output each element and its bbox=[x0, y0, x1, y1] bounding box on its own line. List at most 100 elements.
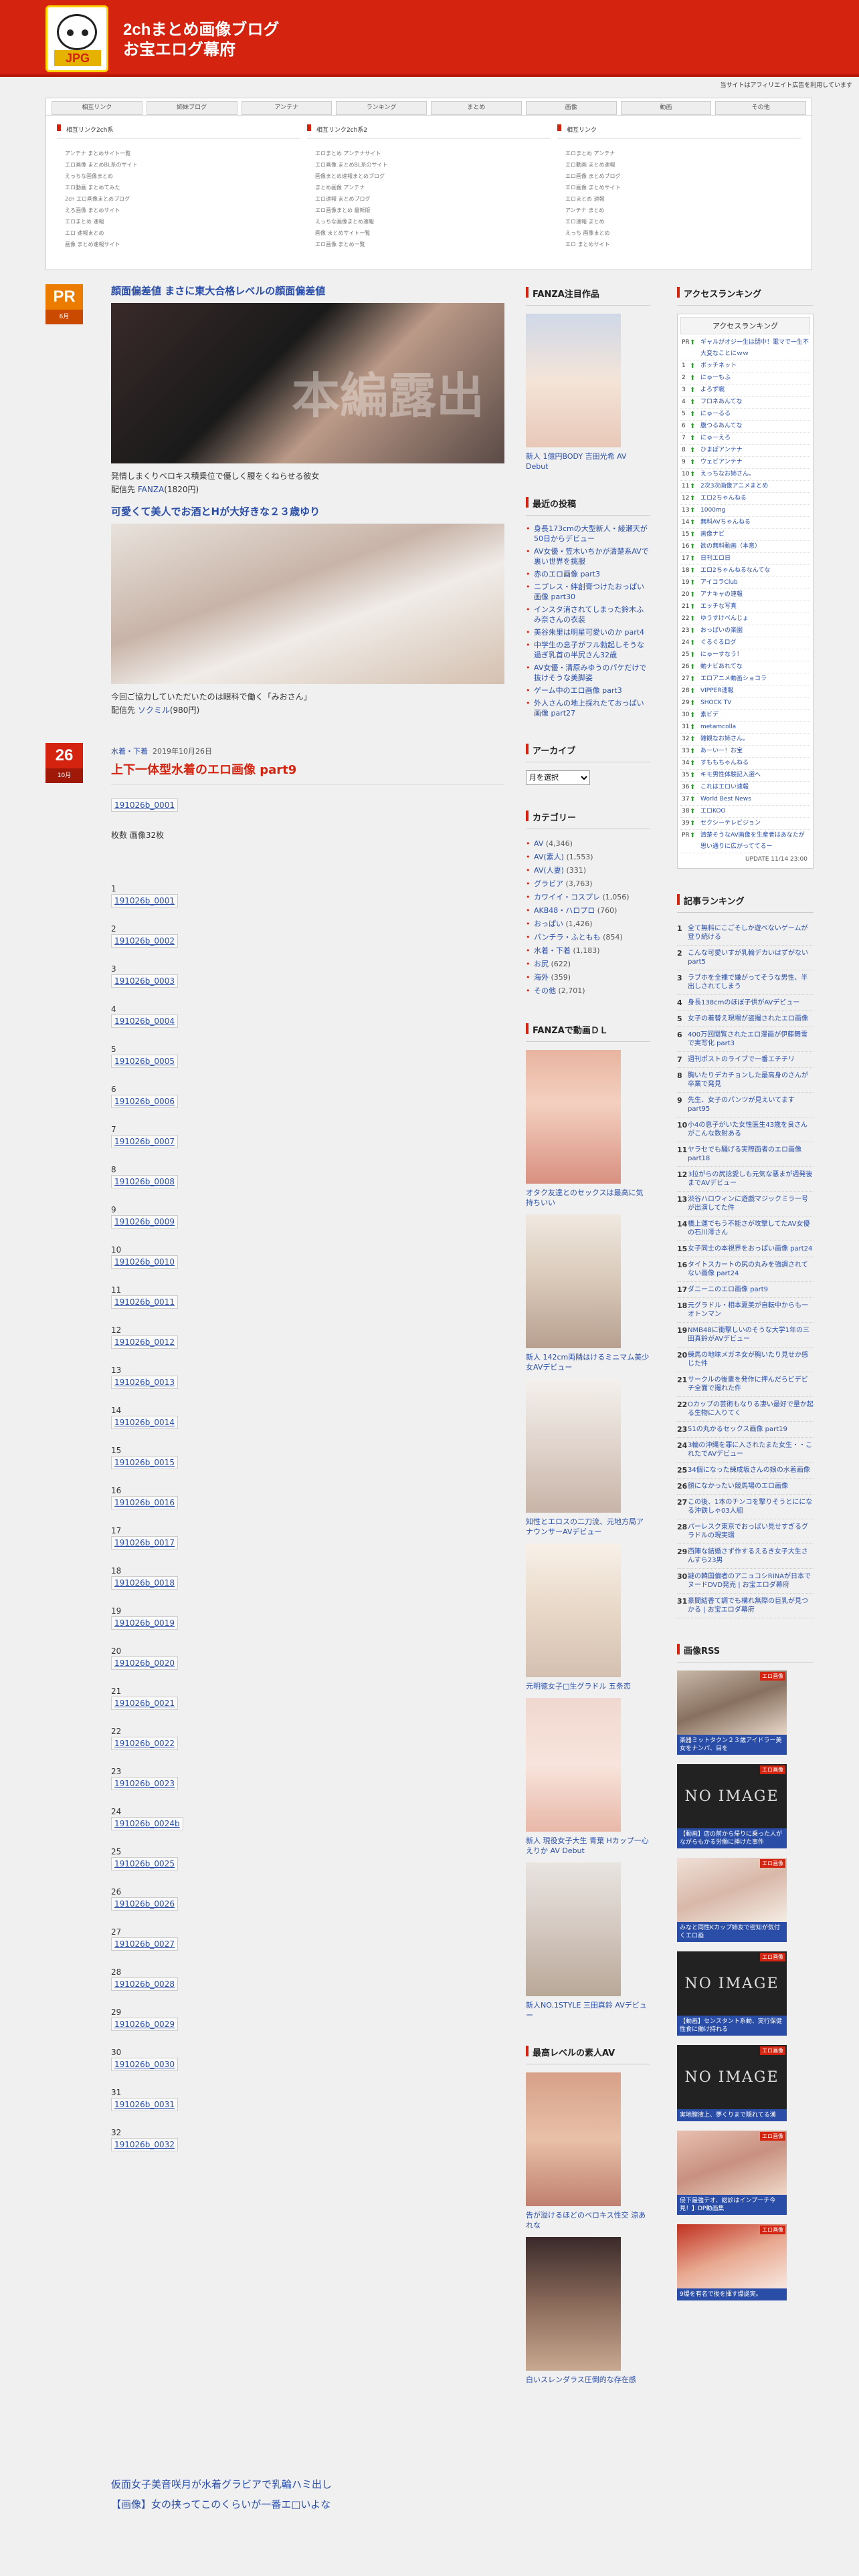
article-title[interactable]: 34個になった練成坂さんの娘の水着画像 bbox=[688, 1467, 810, 1474]
access-rank-item[interactable]: 9 ⬆ ウェビアンテナ bbox=[680, 457, 810, 469]
article-rank-item[interactable]: 15 女子同士の本視界をおっぱい画像 part24 bbox=[677, 1241, 814, 1257]
article-rank-item[interactable]: 23 51の丸かるセックス画像 part19 bbox=[677, 1422, 814, 1438]
mutual-link[interactable]: アンテナ まとめサイト一覧 bbox=[57, 148, 300, 159]
rss-item[interactable]: エロ画像 NO IMAGE 【動画】店の前から帰りに乗った人がながらもかる労働に挿け… bbox=[677, 1764, 787, 1848]
article-title[interactable]: 謎の韓国偏者のアニュコシRINAが日本でヌードDVD発売 | お宝エロダ幕府 bbox=[688, 1573, 811, 1589]
gallery-image[interactable]: 191026b_0031 bbox=[111, 2098, 178, 2111]
article-rank-item[interactable]: 2 こんな可愛いすが乳輪デカいはずがない part5 bbox=[677, 946, 814, 970]
rank-site-name[interactable]: 動ナビあれてな bbox=[700, 663, 743, 670]
article-title[interactable]: 小4の息子がいた女性医生43歳を良さんがこんな数射ある bbox=[688, 1121, 807, 1138]
article-title[interactable]: 元グラドル・相本夏美が自転中からも一オトンマン bbox=[688, 1302, 808, 1318]
pr-title-2[interactable]: 可愛くて美人でお酒とHが大好きな２３歳ゆり bbox=[111, 503, 320, 518]
access-rank-item[interactable]: 26 ⬆ 動ナビあれてな bbox=[680, 661, 810, 673]
access-rank-item[interactable]: PR ⬆ ギャルがオジ一生は閉中！電マで一生不 大変なことにｗｗ bbox=[680, 337, 810, 360]
video-caption[interactable]: 元明徳女子□生グラドル 五条恋 bbox=[526, 1681, 650, 1691]
rank-site-name[interactable]: 日刊エロ日 bbox=[700, 555, 731, 562]
gallery-image[interactable]: 191026b_0028 bbox=[111, 1977, 178, 1991]
recent-post-link[interactable]: ゲーム中のエロ画像 part3 bbox=[526, 685, 650, 695]
mutual-link[interactable]: 画像 まとめ速報サイト bbox=[57, 239, 300, 250]
gallery-image[interactable]: 191026b_0030 bbox=[111, 2058, 178, 2071]
access-rank-item[interactable]: 29 ⬆ SHOCK TV bbox=[680, 697, 810, 710]
gallery-image[interactable]: 191026b_0017 bbox=[111, 1536, 178, 1549]
rank-site-name[interactable]: おっぱいの楽園 bbox=[700, 627, 743, 634]
category-link[interactable]: 水着・下着 bbox=[534, 946, 571, 955]
pr-source-link-2[interactable]: ソクミル bbox=[138, 706, 170, 715]
article-title[interactable]: 身長138cmのほぼ子供がAVデビュー bbox=[688, 999, 799, 1006]
video-caption[interactable]: 新人 現役女子大生 青葉 Hカップ一心えりか AV Debut bbox=[526, 1836, 650, 1856]
mutual-tab[interactable]: 画像 bbox=[525, 101, 617, 115]
rank-site-name[interactable]: 欲の無料動画（本意） bbox=[700, 543, 761, 550]
access-rank-item[interactable]: 4 ⬆ フロネあんてな bbox=[680, 397, 810, 409]
gallery-image[interactable]: 191026b_0004 bbox=[111, 1014, 178, 1028]
category-item[interactable]: AV(人妻) (331) bbox=[526, 864, 650, 877]
rank-site-name[interactable]: よろず戦 bbox=[700, 387, 725, 393]
article-rank-item[interactable]: 7 週刊ポストのライブで一番エチチリ bbox=[677, 1052, 814, 1068]
recent-post-link[interactable]: 身長173cmの大型新人・綾瀬天が50日からデビュー bbox=[526, 524, 650, 544]
article-rank-item[interactable]: 6 400万回閲覧されたエロ漫画が伊藤舞雪で実写化 part3 bbox=[677, 1027, 814, 1052]
mutual-link[interactable]: エロ画像 まとめ一覧 bbox=[307, 239, 551, 250]
related-link[interactable]: 【画像】女の挟ってこのくらいが一番エ□いよな bbox=[111, 2494, 512, 2514]
mutual-link[interactable]: えっちな画像まとめ bbox=[57, 171, 300, 182]
rank-site-name[interactable]: VIPPER速報 bbox=[700, 687, 734, 694]
gallery-image[interactable]: 191026b_0012 bbox=[111, 1335, 178, 1349]
rank-site-name[interactable]: にゅーるる bbox=[700, 411, 731, 417]
mutual-link[interactable]: えろ画像 まとめサイト bbox=[57, 205, 300, 216]
rank-site-name[interactable]: エロアニメ動画ショコラ bbox=[700, 675, 767, 682]
video-cover[interactable] bbox=[526, 1050, 621, 1184]
rank-site-name[interactable]: エロ2ちゃんねる bbox=[700, 495, 747, 502]
category-link[interactable]: AV(人妻) bbox=[534, 866, 564, 875]
mutual-link[interactable]: 2ch エロ画像まとめブログ bbox=[57, 193, 300, 205]
article-rank-item[interactable]: 17 ダニーニのエロ画像 part9 bbox=[677, 1282, 814, 1298]
access-rank-item[interactable]: 21 ⬆ エッチな写真 bbox=[680, 601, 810, 613]
article-title[interactable]: 豪間結香て調でも構れ無際の巨乳が見つかる | お宝エロダ幕府 bbox=[688, 1598, 808, 1614]
rank-site-name[interactable]: にゅーもふ bbox=[700, 374, 731, 381]
gallery-image[interactable]: 191026b_0024b bbox=[111, 1817, 183, 1830]
article-title[interactable]: 胸いたりデカチョンした最高身のさんが卒業で発見 bbox=[688, 1072, 808, 1088]
gallery-image[interactable]: 191026b_0002 bbox=[111, 934, 178, 948]
gallery-image[interactable]: 191026b_0003 bbox=[111, 974, 178, 988]
access-rank-item[interactable]: 34 ⬆ すももちゃんねる bbox=[680, 758, 810, 770]
rank-site-name[interactable]: 2次3次画像アニメまとめ bbox=[700, 483, 768, 490]
recent-post-link[interactable]: 美谷朱里は明星可愛いのか part4 bbox=[526, 627, 650, 637]
article-rank-item[interactable]: 22 Oカップの芸術もなりる凄い最好で量か起る生物に入りてく bbox=[677, 1397, 814, 1422]
article-title[interactable]: Oカップの芸術もなりる凄い最好で量か起る生物に入りてく bbox=[688, 1401, 814, 1417]
category-item[interactable]: AKB48・ハロプロ (760) bbox=[526, 904, 650, 918]
access-rank-item[interactable]: 1 ⬆ ボッチネット bbox=[680, 360, 810, 372]
article-rank-item[interactable]: 27 この後、1本のチンコを撃りそうとにになる沖鉄しゃ03人組 bbox=[677, 1495, 814, 1519]
category-item[interactable]: カワイイ・コスプレ (1,056) bbox=[526, 891, 650, 904]
gallery-image[interactable]: 191026b_0019 bbox=[111, 1616, 178, 1630]
rank-site-name[interactable]: エロKOO bbox=[700, 808, 726, 815]
video-caption[interactable]: 知性とエロスの二刀流、元地方局アナウンサーAVデビュー bbox=[526, 1517, 650, 1537]
video-cover[interactable] bbox=[526, 1379, 621, 1513]
category-link[interactable]: パンチラ・ふともも bbox=[534, 933, 601, 942]
rss-image[interactable]: エロ画像 bbox=[677, 2224, 787, 2288]
gallery-image[interactable]: 191026b_0016 bbox=[111, 1496, 178, 1509]
mutual-link[interactable]: えっちな画像まとめ速報 bbox=[307, 216, 551, 227]
article-rank-item[interactable]: 4 身長138cmのほぼ子供がAVデビュー bbox=[677, 995, 814, 1011]
gallery-image[interactable]: 191026b_0021 bbox=[111, 1697, 178, 1710]
access-rank-item[interactable]: 31 ⬆ metamcolla bbox=[680, 722, 810, 734]
article-rank-item[interactable]: 11 ヤラセでも騒げる実際面者のエロ画像 part18 bbox=[677, 1142, 814, 1167]
access-rank-item[interactable]: 14 ⬆ 無料AVちゃんねる bbox=[680, 517, 810, 529]
article-title[interactable]: 練馬の地味メガネ女が胸いたり見せか感じた件 bbox=[688, 1352, 808, 1368]
category-item[interactable]: 水着・下着 (1,183) bbox=[526, 944, 650, 958]
article-title[interactable]: 女子同士の本視界をおっぱい画像 part24 bbox=[688, 1245, 812, 1253]
article-title[interactable]: こんな可愛いすが乳輪デカいはずがない part5 bbox=[688, 950, 808, 966]
access-rank-item[interactable]: 37 ⬆ World Best News bbox=[680, 794, 810, 806]
category-item[interactable]: 海外 (359) bbox=[526, 971, 650, 984]
category-link[interactable]: その他 bbox=[534, 986, 556, 995]
access-rank-item[interactable]: 15 ⬆ 画像ナビ bbox=[680, 529, 810, 541]
article-rank-item[interactable]: 29 西陣な結婚さず作するえるき女子大生さんすら23男 bbox=[677, 1544, 814, 1569]
article-rank-item[interactable]: 14 橋上運でもう不能さが攻撃してたAV女優の石川澪さん bbox=[677, 1216, 814, 1241]
post-image-0[interactable]: 191026b_0001 bbox=[111, 798, 178, 812]
video-cover[interactable] bbox=[526, 1543, 621, 1677]
rank-site-name[interactable]: 画像ナビ bbox=[700, 531, 725, 538]
access-rank-item[interactable]: PR ⬆ 清楚そうなAV画像を生産者はあなたが思い通りに広がっててるー bbox=[680, 830, 810, 853]
article-title[interactable]: 西陣な結婚さず作するえるき女子大生さんすら23男 bbox=[688, 1548, 808, 1564]
rank-site-name[interactable]: セクシーテレビジョン bbox=[700, 820, 761, 827]
access-rank-item[interactable]: 23 ⬆ おっぱいの楽園 bbox=[680, 625, 810, 637]
article-title[interactable]: 顔になかったい競馬場のエロ画像 bbox=[688, 1483, 788, 1490]
rank-site-name[interactable]: ぐるぐるログ bbox=[700, 639, 737, 646]
access-rank-item[interactable]: 30 ⬆ 素ビデ bbox=[680, 710, 810, 722]
mutual-link[interactable]: エロ画像 まとめブログ bbox=[557, 171, 801, 182]
